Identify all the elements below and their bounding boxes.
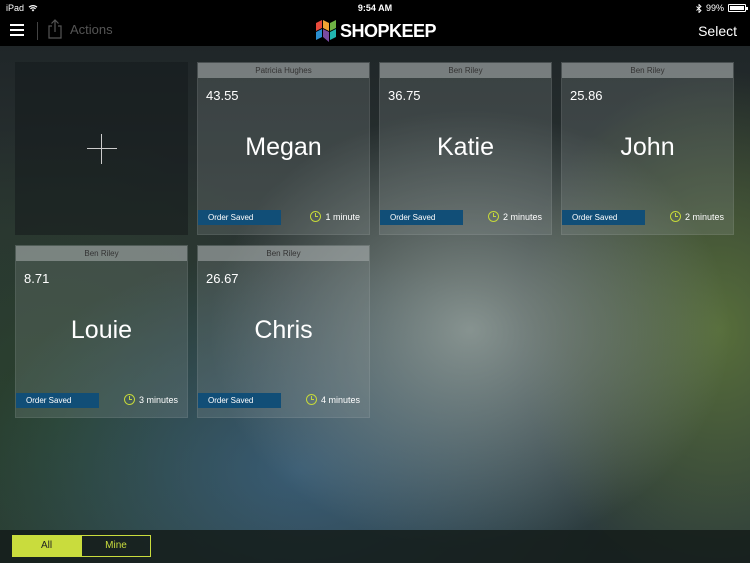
filter-all-button[interactable]: All (12, 535, 81, 557)
order-elapsed-time: 2 minutes (487, 211, 542, 222)
actions-button[interactable]: Actions (48, 19, 113, 39)
battery-icon (728, 4, 748, 12)
actions-label: Actions (70, 21, 113, 37)
order-tile[interactable]: Ben Riley 25.86 John Order Saved 2 minut… (561, 62, 734, 235)
order-amount: 43.55 (206, 88, 239, 103)
order-customer-name: Megan (245, 133, 322, 161)
nav-bar: Actions SHOPKEEP Select (0, 16, 750, 46)
order-tile[interactable]: Ben Riley 36.75 Katie Order Saved 2 minu… (379, 62, 552, 235)
clock-time: 9:54 AM (357, 3, 393, 13)
add-order-tile[interactable] (15, 62, 188, 235)
order-time-label: 1 minute (325, 211, 360, 222)
order-amount: 36.75 (388, 88, 421, 103)
order-tile[interactable]: Ben Riley 26.67 Chris Order Saved 4 minu… (197, 245, 370, 418)
order-employee: Ben Riley (380, 63, 551, 78)
order-customer-name: Louie (70, 316, 133, 344)
order-employee: Ben Riley (198, 246, 369, 261)
order-time-label: 3 minutes (138, 394, 178, 405)
filter-mine-button[interactable]: Mine (81, 535, 151, 557)
order-time-label: 2 minutes (684, 211, 724, 222)
nav-divider (37, 22, 38, 40)
order-amount: 26.67 (206, 271, 239, 286)
shopkeep-logo-icon (316, 20, 336, 42)
share-icon (48, 19, 62, 39)
plus-icon (87, 148, 117, 149)
order-employee: Patricia Hughes (198, 63, 369, 78)
order-amount: 8.71 (24, 271, 50, 286)
status-bar: iPad 9:54 AM 99% (0, 0, 750, 16)
hamburger-menu-icon[interactable] (10, 24, 24, 36)
order-status-badge: Order Saved (380, 210, 463, 225)
order-customer-name: Chris (254, 316, 313, 344)
order-status-badge: Order Saved (562, 210, 645, 225)
order-tile[interactable]: Patricia Hughes 43.55 Megan Order Saved … (197, 62, 370, 235)
order-tile[interactable]: Ben Riley 8.71 Louie Order Saved 3 minut… (15, 245, 188, 418)
order-amount: 25.86 (570, 88, 603, 103)
order-status-badge: Order Saved (16, 393, 99, 408)
order-status-badge: Order Saved (198, 210, 281, 225)
bluetooth-icon (696, 3, 702, 13)
clock-icon (305, 394, 317, 405)
clock-icon (123, 394, 135, 405)
order-customer-name: John (620, 133, 675, 161)
order-employee: Ben Riley (562, 63, 733, 78)
battery-percent: 99% (705, 3, 724, 13)
order-time-label: 2 minutes (502, 211, 542, 222)
order-time-label: 4 minutes (320, 394, 360, 405)
clock-icon (310, 211, 322, 222)
select-button[interactable]: Select (698, 23, 737, 39)
status-bar-right: 99% (696, 3, 748, 13)
order-elapsed-time: 4 minutes (305, 394, 360, 405)
shopkeep-logo: SHOPKEEP (316, 20, 437, 42)
order-elapsed-time: 2 minutes (669, 211, 724, 222)
clock-icon (669, 211, 681, 222)
clock-icon (487, 211, 499, 222)
order-employee: Ben Riley (16, 246, 187, 261)
logo-text: SHOPKEEP (340, 20, 437, 41)
order-status-badge: Order Saved (198, 393, 281, 408)
order-customer-name: Katie (437, 133, 494, 161)
order-elapsed-time: 3 minutes (123, 394, 178, 405)
order-elapsed-time: 1 minute (310, 211, 360, 222)
